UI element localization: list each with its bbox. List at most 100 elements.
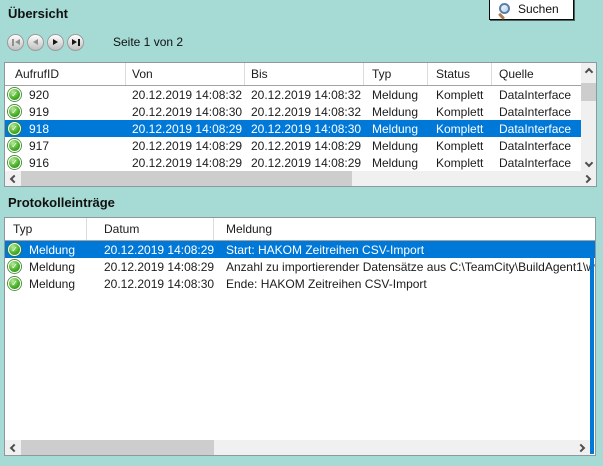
success-icon: ✓ <box>8 260 21 273</box>
table-cell: ✓917 <box>5 137 126 154</box>
table-cell: 20.12.2019 14:08:30 <box>87 275 214 292</box>
column-header-status[interactable]: Status <box>428 63 492 85</box>
column-header-typ[interactable]: Typ <box>364 63 428 85</box>
cell-text: Meldung <box>29 260 75 274</box>
magnifier-icon <box>498 3 511 16</box>
table-cell: Start: HAKOM Zeitreihen CSV-Import <box>214 241 595 258</box>
chevron-up-icon <box>584 67 592 75</box>
cell-text: Ende: HAKOM Zeitreihen CSV-Import <box>226 277 427 291</box>
success-icon: ✓ <box>8 156 21 169</box>
cell-text: 20.12.2019 14:08:32 <box>251 105 361 119</box>
table-row[interactable]: ✓917 20.12.2019 14:08:29 20.12.2019 14:08:… <box>5 137 583 154</box>
success-icon: ✓ <box>8 88 21 101</box>
cell-text: 916 <box>29 156 49 170</box>
horizontal-scrollbar-thumb[interactable] <box>21 440 214 455</box>
cell-text: 20.12.2019 14:08:29 <box>104 243 214 257</box>
previous-icon <box>33 39 38 45</box>
overview-table: AufrufIDVonBisTypStatusQuelle ✓92020.12.… <box>4 62 597 187</box>
chevron-left-icon <box>10 443 18 451</box>
horizontal-scrollbar[interactable] <box>5 171 596 186</box>
overview-section-title: Übersicht <box>8 6 68 21</box>
table-cell: DataInterface <box>492 137 583 154</box>
previous-page-button[interactable] <box>27 34 44 51</box>
cell-text: DataInterface <box>499 88 571 102</box>
success-icon: ✓ <box>8 243 21 256</box>
table-row[interactable]: ✓Meldung20.12.2019 14:08:29Anzahl zu imp… <box>5 258 595 275</box>
cell-text: 917 <box>29 139 49 153</box>
table-row[interactable]: ✓92020.12.2019 14:08:3220.12.2019 14:08:… <box>5 86 583 103</box>
table-cell: ✓Meldung <box>5 241 87 258</box>
scroll-up-button[interactable] <box>581 63 596 78</box>
table-cell: Ende: HAKOM Zeitreihen CSV-Import <box>214 275 595 292</box>
scroll-left-button[interactable] <box>5 440 21 455</box>
table-cell: 20.12.2019 14:08:30 <box>126 103 245 120</box>
column-header-datum[interactable]: Datum <box>87 218 214 240</box>
cell-text: 20.12.2019 14:08:29 <box>132 156 242 170</box>
table-row[interactable]: ✓Meldung 20.12.2019 14:08:29 Start: HAKOM … <box>5 241 595 258</box>
table-cell: Meldung <box>364 154 428 171</box>
cell-text: 20.12.2019 14:08:30 <box>251 122 361 136</box>
cell-text: DataInterface <box>499 105 571 119</box>
cell-text: 20.12.2019 14:08:29 <box>251 139 361 153</box>
column-header-von[interactable]: Von <box>126 63 245 85</box>
horizontal-scrollbar[interactable] <box>5 440 590 455</box>
cell-text: Komplett <box>436 88 483 102</box>
success-icon: ✓ <box>8 105 21 118</box>
vertical-scrollbar-thumb[interactable] <box>581 83 596 101</box>
scroll-right-button[interactable] <box>580 171 596 186</box>
scroll-left-button[interactable] <box>5 171 21 186</box>
table-row[interactable]: ✓ Meldung 20.12.2019 14:08:30 Ende: HAKOM Z… <box>5 275 595 292</box>
vertical-scrollbar[interactable] <box>581 63 596 171</box>
cell-text: Start: HAKOM Zeitreihen CSV-Import <box>226 243 424 257</box>
success-icon: ✓ <box>8 122 21 135</box>
table-cell: 20.12.2019 14:08:30 <box>245 120 364 137</box>
table-cell: 20.12.2019 14:08:29 <box>126 120 245 137</box>
table-cell: 20.12.2019 14:08:32 <box>126 86 245 103</box>
table-cell: Komplett <box>428 120 492 137</box>
table-row[interactable]: ✓91820.12.2019 14:08:29 20.12.2019 14:08:… <box>5 120 583 137</box>
table-row[interactable]: ✓ 919 20.12.2019 14:08:30 20.12.2019 14:08:… <box>5 103 583 120</box>
last-page-button[interactable] <box>67 34 84 51</box>
chevron-down-icon <box>584 158 592 166</box>
pagination-controls: Seite 1 von 2 <box>7 33 183 51</box>
scroll-down-button[interactable] <box>581 156 596 171</box>
table-cell: ✓918 <box>5 120 126 137</box>
skip-last-icon <box>72 39 77 45</box>
cell-text: 20.12.2019 14:08:29 <box>132 139 242 153</box>
protocol-section-title: Protokolleinträge <box>8 195 115 210</box>
table-cell: DataInterface <box>492 103 583 120</box>
chevron-right-icon <box>583 174 591 182</box>
table-cell: 20.12.2019 14:08:29 <box>126 137 245 154</box>
search-button[interactable]: Suchen <box>489 0 574 20</box>
column-header-meldung[interactable]: Meldung <box>214 218 595 240</box>
cell-text: 20.12.2019 14:08:32 <box>251 88 361 102</box>
cell-text: DataInterface <box>499 139 571 153</box>
protocol-table-header: TypDatumMeldung <box>5 218 595 241</box>
scroll-right-button[interactable] <box>574 440 590 455</box>
table-row[interactable]: ✓91620.12.2019 14:08:2920.12.2019 14:08:… <box>5 154 583 171</box>
column-header-quelle[interactable]: Quelle <box>492 63 583 85</box>
skip-first-icon <box>15 39 20 45</box>
focus-stripe <box>590 241 594 454</box>
horizontal-scrollbar-thumb[interactable] <box>21 171 352 186</box>
page-indicator: Seite 1 von 2 <box>113 35 183 49</box>
cell-text: DataInterface <box>499 122 571 136</box>
column-header-typ[interactable]: Typ <box>5 218 87 240</box>
cell-text: Meldung <box>29 277 75 291</box>
chevron-right-icon <box>577 443 585 451</box>
next-icon <box>53 39 58 45</box>
table-cell: Meldung <box>364 137 428 154</box>
cell-text: 919 <box>29 105 49 119</box>
next-page-button[interactable] <box>47 34 64 51</box>
column-header-aufrufid[interactable]: AufrufID <box>5 63 126 85</box>
column-header-bis[interactable]: Bis <box>245 63 364 85</box>
success-icon: ✓ <box>8 277 21 290</box>
table-cell: Meldung <box>364 120 428 137</box>
cell-text: Komplett <box>436 139 483 153</box>
first-page-button[interactable] <box>7 34 24 51</box>
table-cell: Komplett <box>428 86 492 103</box>
table-cell: 20.12.2019 14:08:29 <box>126 154 245 171</box>
table-cell: 20.12.2019 14:08:32 <box>245 86 364 103</box>
cell-text: Meldung <box>372 122 418 136</box>
table-cell: ✓ Meldung <box>5 258 87 275</box>
